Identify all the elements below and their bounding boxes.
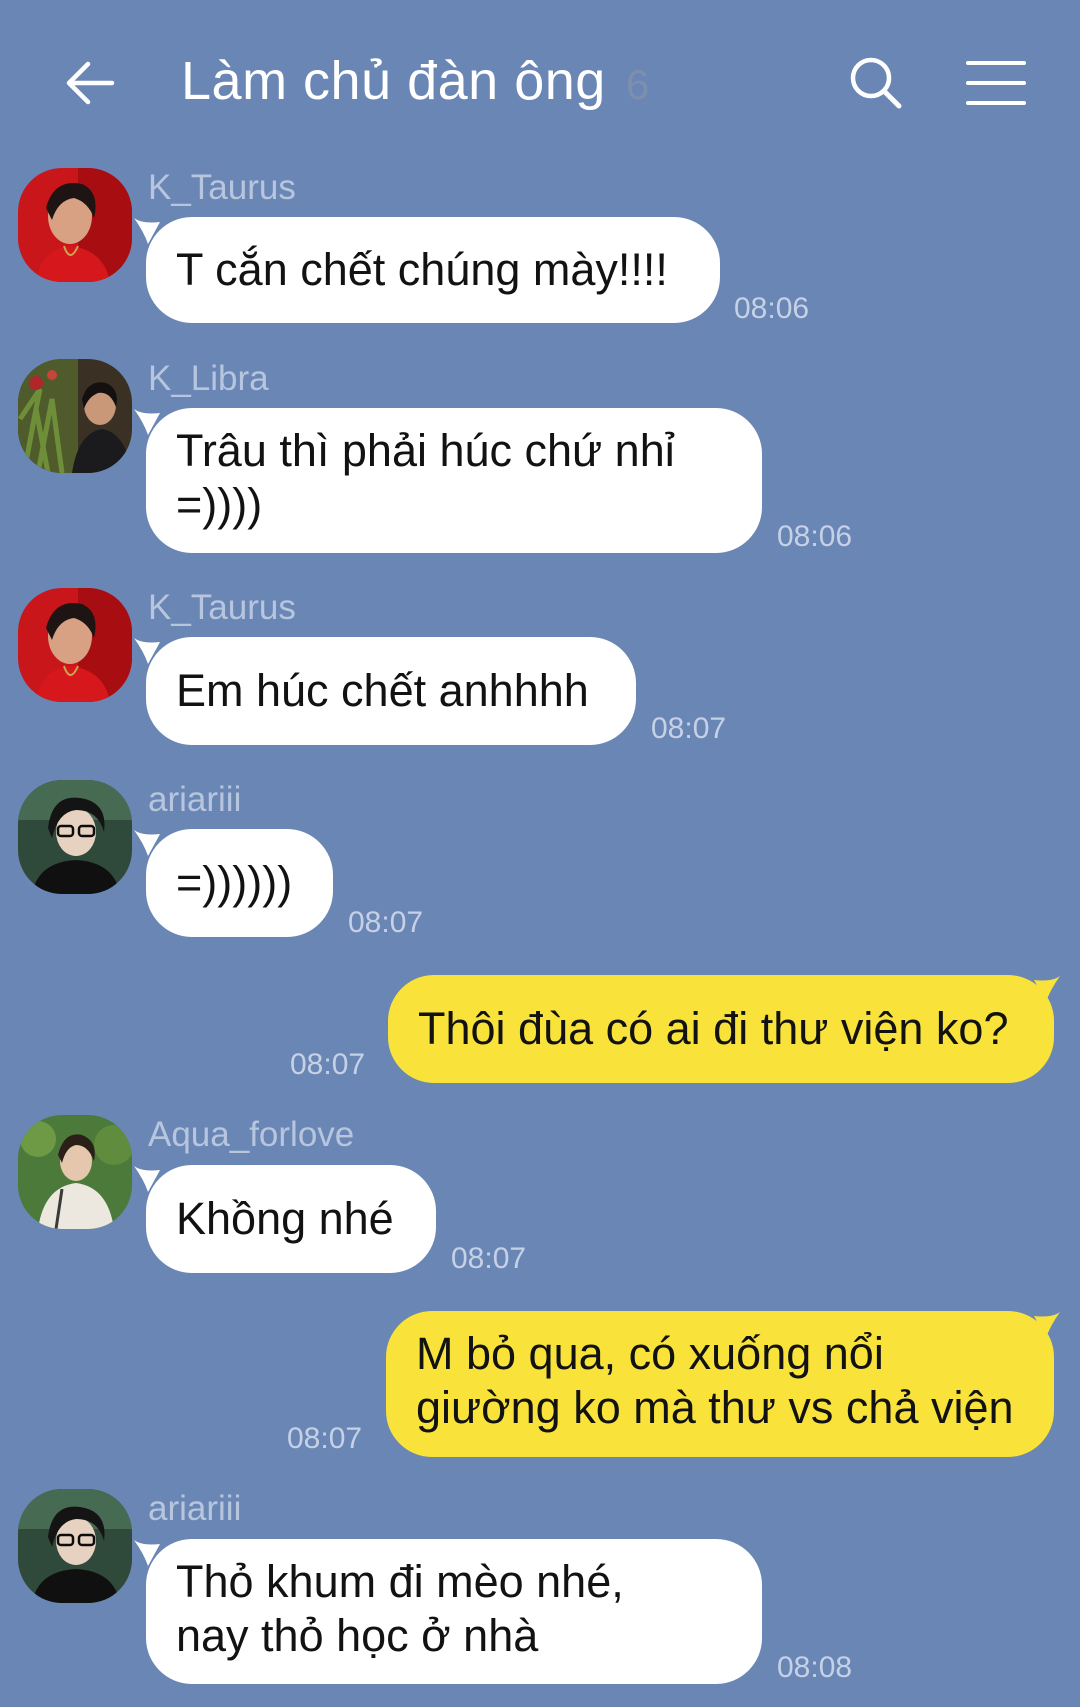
message-time: 08:07 (348, 906, 424, 939)
avatar[interactable] (18, 588, 132, 702)
message-bubble[interactable]: Thôi đùa có ai đi thư viện ko? (388, 975, 1054, 1083)
search-icon (846, 53, 906, 118)
message-row-outgoing: 08:07 M bỏ qua, có xuống nổi giường ko m… (0, 1306, 1080, 1466)
message-time: 08:07 (290, 1048, 366, 1081)
avatar[interactable] (18, 780, 132, 894)
message-text: M bỏ qua, có xuống nổi giường ko mà thư … (416, 1328, 1014, 1433)
bubble-tail (1034, 1312, 1060, 1338)
message-time: 08:07 (651, 712, 727, 745)
message-text: Trâu thì phải húc chứ nhỉ =)))) (176, 425, 675, 530)
message-text: =)))))) (176, 857, 293, 908)
message-row: ariariii =)))))) 08:07 (0, 774, 1080, 944)
message-time: 08:06 (777, 520, 853, 553)
message-row-outgoing: 08:07 Thôi đùa có ai đi thư viện ko? (0, 970, 1080, 1090)
message-text: Thỏ khum đi mèo nhé, nay thỏ học ở nhà (176, 1556, 624, 1661)
message-row: K_Libra Trâu thì phải húc chứ nhỉ =)))) … (0, 352, 1080, 553)
sender-name: K_Taurus (148, 168, 296, 207)
sender-name: ariariii (148, 780, 242, 819)
message-bubble[interactable]: Khồng nhé (146, 1165, 436, 1273)
message-bubble[interactable]: Thỏ khum đi mèo nhé, nay thỏ học ở nhà (146, 1539, 762, 1684)
chat-title-area[interactable]: Làm chủ đàn ông 6 (181, 50, 649, 120)
message-bubble[interactable]: Em húc chết anhhhh (146, 637, 636, 745)
hamburger-menu-icon (965, 57, 1027, 114)
message-time: 08:07 (451, 1242, 527, 1275)
message-bubble[interactable]: T cắn chết chúng mày!!!! (146, 217, 720, 323)
search-button[interactable] (836, 45, 916, 125)
menu-button[interactable] (956, 45, 1036, 125)
message-row: K_Taurus Em húc chết anhhhh 08:07 (0, 582, 1080, 752)
message-text: T cắn chết chúng mày!!!! (176, 244, 668, 295)
chat-screen: Làm chủ đàn ông 6 K_Taurus T cắn chết ch… (0, 0, 1080, 1707)
chat-title: Làm chủ đàn ông (181, 51, 606, 111)
bubble-tail (1034, 976, 1060, 1002)
message-text: Thôi đùa có ai đi thư viện ko? (418, 1003, 1009, 1054)
message-row: ariariii Thỏ khum đi mèo nhé, nay thỏ họ… (0, 1484, 1080, 1694)
message-text: Khồng nhé (176, 1193, 394, 1244)
sender-name: K_Taurus (148, 588, 296, 627)
message-time: 08:06 (734, 292, 810, 325)
message-bubble[interactable]: M bỏ qua, có xuống nổi giường ko mà thư … (386, 1311, 1054, 1457)
message-time: 08:08 (777, 1651, 853, 1684)
back-button[interactable] (50, 45, 130, 125)
arrow-left-icon (62, 55, 118, 116)
message-bubble[interactable]: Trâu thì phải húc chứ nhỉ =)))) (146, 408, 762, 553)
message-text: Em húc chết anhhhh (176, 665, 589, 716)
message-time: 08:07 (287, 1422, 363, 1455)
sender-name: K_Libra (148, 359, 269, 398)
member-count: 6 (625, 61, 650, 108)
avatar[interactable] (18, 359, 132, 473)
avatar[interactable] (18, 1489, 132, 1603)
chat-header: Làm chủ đàn ông 6 (0, 0, 1080, 165)
message-row: Aqua_forlove Khồng nhé 08:07 (0, 1110, 1080, 1280)
avatar[interactable] (18, 168, 132, 282)
sender-name: ariariii (148, 1489, 242, 1528)
message-bubble[interactable]: =)))))) (146, 829, 333, 937)
sender-name: Aqua_forlove (148, 1115, 355, 1154)
message-row: K_Taurus T cắn chết chúng mày!!!! 08:06 (0, 160, 1080, 330)
avatar[interactable] (18, 1115, 132, 1229)
